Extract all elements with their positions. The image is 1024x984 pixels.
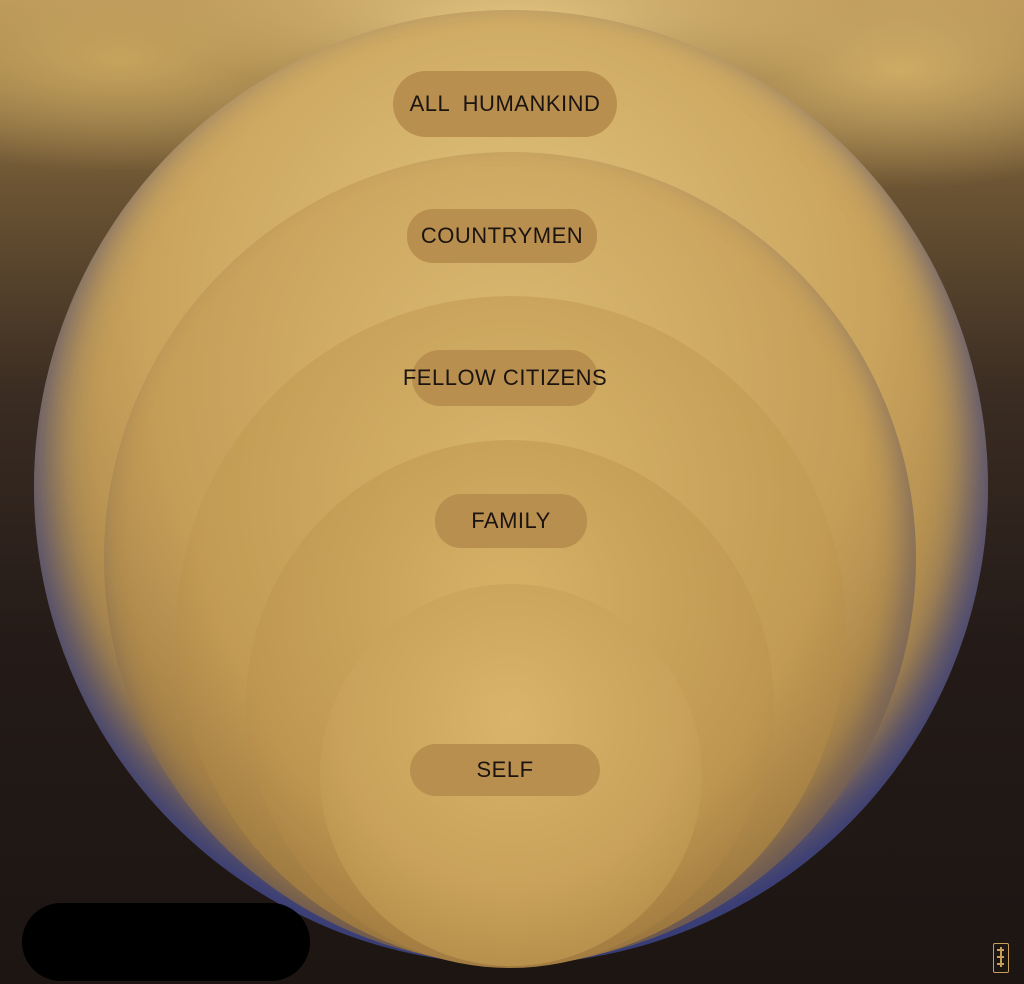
- artist-seal-icon: [993, 943, 1009, 973]
- label-self: SELF: [410, 744, 600, 796]
- label-family: FAMILY: [435, 494, 587, 548]
- label-text: FAMILY: [471, 508, 551, 533]
- label-text: SELF: [476, 757, 534, 782]
- label-all-humankind: ALL HUMANKIND: [393, 71, 617, 137]
- label-fellow-citizens: FELLOW CITIZENS: [403, 350, 607, 406]
- label-countrymen: COUNTRYMEN: [407, 209, 597, 263]
- label-text: ALL HUMANKIND: [409, 91, 601, 116]
- redaction-block: [22, 903, 310, 981]
- label-text: COUNTRYMEN: [420, 223, 584, 248]
- label-text: FELLOW CITIZENS: [402, 365, 608, 390]
- concentric-circles-diagram: ALL HUMANKIND COUNTRYMEN FELLOW CITIZENS…: [0, 0, 1024, 984]
